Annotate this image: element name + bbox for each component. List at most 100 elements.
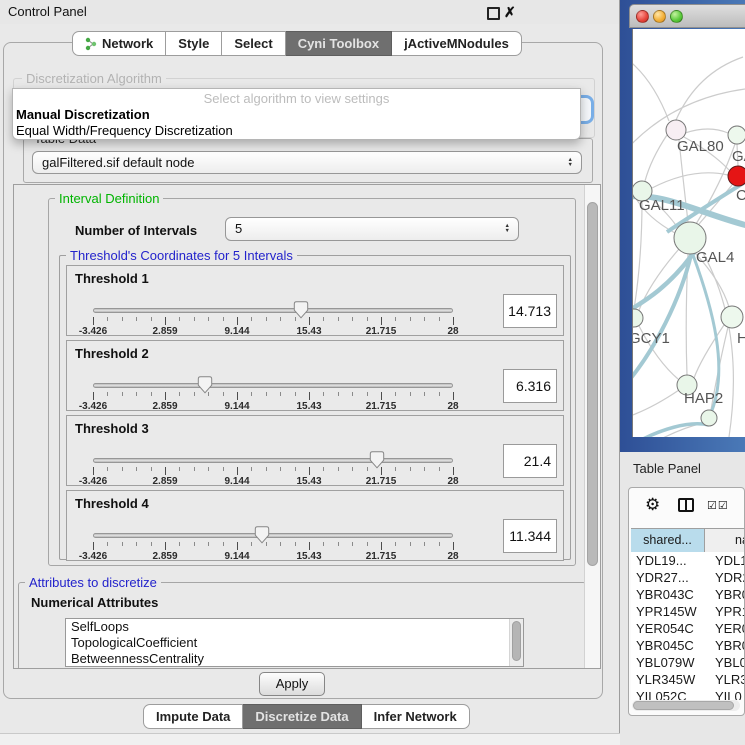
cell-name[interactable]: YLR3 <box>705 671 745 688</box>
cell-shared-name[interactable]: YBL079W <box>631 654 705 671</box>
tick-mark <box>352 317 353 321</box>
network-node-h[interactable] <box>721 306 743 328</box>
attribute-list-item[interactable]: BetweennessCentrality <box>66 651 523 667</box>
threshold-value-field[interactable]: 21.4 <box>503 444 557 478</box>
vertical-scrollbar[interactable] <box>584 185 600 668</box>
minimize-traffic-light-icon[interactable] <box>653 10 666 23</box>
horizontal-scrollbar[interactable] <box>632 700 740 711</box>
table-row[interactable]: YER054CYER0 <box>631 620 745 637</box>
tab-select[interactable]: Select <box>222 31 285 56</box>
zoom-traffic-light-icon[interactable] <box>670 10 683 23</box>
network-node-red[interactable] <box>728 166 745 186</box>
network-edge[interactable] <box>634 201 642 309</box>
close-traffic-light-icon[interactable] <box>636 10 649 23</box>
cell-shared-name[interactable]: YBR045C <box>631 637 705 654</box>
threshold-value-field[interactable]: 6.316 <box>503 369 557 403</box>
table-row[interactable]: YBL079WYBL0 <box>631 654 745 671</box>
cell-name[interactable]: YBR0 <box>705 586 745 603</box>
tab-infer-network[interactable]: Infer Network <box>362 704 470 729</box>
gear-icon[interactable]: ⚙ <box>645 495 660 515</box>
horizontal-scrollbar-thumb[interactable] <box>633 701 734 710</box>
threshold-slider[interactable]: -3.4262.8599.14415.4321.71528 <box>93 376 453 412</box>
table-row[interactable]: YBR043CYBR0 <box>631 586 745 603</box>
cell-name[interactable]: YDR2 <box>705 569 745 586</box>
columns-icon[interactable] <box>678 498 694 512</box>
cell-shared-name[interactable]: YLR345W <box>631 671 705 688</box>
tick-mark <box>136 467 137 471</box>
cell-name[interactable]: YDL1 <box>705 552 745 569</box>
tab-label: Cyni Toolbox <box>298 32 379 55</box>
threshold-slider[interactable]: -3.4262.8599.14415.4321.71528 <box>93 526 453 562</box>
algorithm-prompt-item[interactable]: Select algorithm to view settings <box>13 89 580 107</box>
network-node-gal80[interactable] <box>666 120 686 140</box>
float-icon[interactable] <box>487 7 500 20</box>
cell-name[interactable]: YER0 <box>705 620 745 637</box>
network-edge[interactable] <box>652 173 728 188</box>
list-scrollbar[interactable] <box>509 619 523 666</box>
close-icon[interactable]: ✗ <box>504 3 516 21</box>
network-node-gcy1[interactable] <box>633 309 643 327</box>
tab-style[interactable]: Style <box>166 31 222 56</box>
tick-mark <box>352 467 353 471</box>
cell-name[interactable]: YIL0 <box>705 688 745 700</box>
threshold-slider[interactable]: -3.4262.8599.14415.4321.71528 <box>93 301 453 337</box>
network-edge[interactable] <box>633 390 679 417</box>
network-edge[interactable] <box>676 57 743 120</box>
threshold-value-field[interactable]: 11.344 <box>503 519 557 553</box>
numerical-attributes-list[interactable]: SelfLoopsTopologicalCoefficientBetweenne… <box>65 618 524 667</box>
tick-mark <box>323 392 324 396</box>
tab-cyni-toolbox[interactable]: Cyni Toolbox <box>286 31 392 56</box>
network-node-ga[interactable] <box>728 126 745 144</box>
cell-shared-name[interactable]: YER054C <box>631 620 705 637</box>
network-edge[interactable] <box>645 135 667 181</box>
cell-shared-name[interactable]: YBR043C <box>631 586 705 603</box>
table-row[interactable]: YDR27...YDR2 <box>631 569 745 586</box>
tab-impute-data[interactable]: Impute Data <box>143 704 243 729</box>
network-edge[interactable] <box>633 59 669 121</box>
network-edge[interactable] <box>633 424 709 437</box>
slider-track[interactable] <box>93 458 453 463</box>
apply-button[interactable]: Apply <box>259 672 325 696</box>
tab-label: Style <box>178 32 209 55</box>
tick-mark <box>352 392 353 396</box>
algorithm-option-equal-width[interactable]: Equal Width/Frequency Discretization <box>13 123 580 139</box>
cell-name[interactable]: YBL0 <box>705 654 745 671</box>
slider-ticks <box>93 392 453 401</box>
number-of-intervals-combobox[interactable]: 5 ▲▼ <box>225 217 519 241</box>
list-scrollbar-thumb[interactable] <box>512 621 521 661</box>
table-row[interactable]: YPR145WYPR1 <box>631 603 745 620</box>
network-node-n9[interactable] <box>701 410 717 426</box>
algorithm-option-manual[interactable]: Manual Discretization <box>13 107 580 123</box>
cell-name[interactable]: YPR1 <box>705 603 745 620</box>
attribute-list-item[interactable]: TopologicalCoefficient <box>66 635 523 651</box>
slider-track[interactable] <box>93 308 453 313</box>
column-header-shared-name[interactable]: shared... <box>631 529 705 553</box>
cell-name[interactable]: YBR0 <box>705 637 745 654</box>
column-header-name[interactable]: na <box>705 529 745 553</box>
cell-shared-name[interactable]: YDR27... <box>631 569 705 586</box>
table-row[interactable]: YBR045CYBR0 <box>631 637 745 654</box>
tab-jactivemnodules[interactable]: jActiveMNodules <box>392 31 522 56</box>
network-canvas[interactable]: GAL80GACGAL11GAL4GCY1HHAP2 <box>632 29 745 437</box>
table-row[interactable]: YDL19...YDL1 <box>631 552 745 569</box>
cell-shared-name[interactable]: YPR145W <box>631 603 705 620</box>
cell-shared-name[interactable]: YDL19... <box>631 552 705 569</box>
slider-track[interactable] <box>93 533 453 538</box>
network-edge[interactable] <box>633 251 695 313</box>
tick-label: -3.426 <box>79 401 107 412</box>
threshold-slider[interactable]: -3.4262.8599.14415.4321.71528 <box>93 451 453 487</box>
table-row[interactable]: YIL052CYIL0 <box>631 688 745 700</box>
attr-items: SelfLoopsTopologicalCoefficientBetweenne… <box>66 619 523 667</box>
table-row[interactable]: YLR345WYLR3 <box>631 671 745 688</box>
attribute-list-item[interactable]: SelfLoops <box>66 619 523 635</box>
vertical-scrollbar-thumb[interactable] <box>587 202 598 566</box>
tab-discretize-data[interactable]: Discretize Data <box>243 704 361 729</box>
slider-track[interactable] <box>93 383 453 388</box>
threshold-value-field[interactable]: 14.713 <box>503 294 557 328</box>
tick-mark <box>338 542 339 546</box>
cell-shared-name[interactable]: YIL052C <box>631 688 705 700</box>
table-data-combobox[interactable]: galFiltered.sif default node ▲▼ <box>32 151 582 174</box>
select-columns-icon[interactable]: ☑☑ <box>707 499 729 512</box>
tab-network[interactable]: Network <box>72 31 166 56</box>
network-edge[interactable] <box>685 129 728 133</box>
